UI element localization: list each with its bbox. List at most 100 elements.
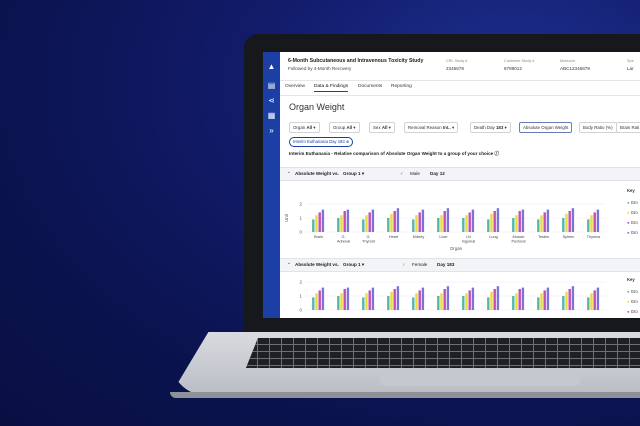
collapse-icon[interactable]: ⌃ <box>287 171 291 177</box>
bar <box>471 209 475 232</box>
filter-removal-reason[interactable]: Removal Reason Int.. ▾ <box>404 122 459 133</box>
filter-label: Organ <box>293 125 306 130</box>
bar <box>568 211 571 232</box>
filter-sex[interactable]: Sex All ▾ <box>369 122 395 133</box>
bar <box>362 219 365 232</box>
bar <box>365 293 368 310</box>
bar <box>387 218 390 232</box>
group-select[interactable]: Group 1 ▾ <box>343 171 364 177</box>
filter-organ[interactable]: Organ All ▾ <box>289 122 320 133</box>
filter-label: Sex <box>373 125 381 130</box>
bar <box>346 287 350 310</box>
filter-label: Group <box>333 125 346 130</box>
tab-overview[interactable]: Overview <box>285 84 305 89</box>
bar <box>440 215 443 232</box>
filter-group[interactable]: Group All ▾ <box>329 122 360 133</box>
filter-value: All <box>346 125 353 130</box>
female-icon: ♀ <box>402 262 406 267</box>
toggle-body-ratio[interactable]: Body Ratio (%) <box>579 122 617 133</box>
laptop-base-edge <box>170 392 640 398</box>
bar <box>471 287 475 310</box>
bar <box>346 209 350 232</box>
bar <box>468 212 471 232</box>
x-tick-label: Heart <box>389 235 399 239</box>
bar <box>518 289 521 310</box>
meta-label: Molecule <box>560 59 576 63</box>
key-item: ● Gro <box>627 200 638 205</box>
sidebar: ▲ ▤ ⋖ ▦ » <box>263 52 280 318</box>
laptop-trackpad <box>380 372 580 386</box>
legend-dot-icon: ● <box>627 289 630 294</box>
share-icon[interactable]: ⋖ <box>267 96 276 105</box>
bar <box>593 290 596 310</box>
bar <box>537 297 540 310</box>
bar-chart-2: 2 1 0 <box>300 280 606 313</box>
key-label: Gro <box>630 230 638 235</box>
panel-toolbar-2: ⌃ Absolute Weight vs. Group 1 ▾ ♀ Female… <box>280 258 640 272</box>
bar <box>562 296 565 310</box>
bar <box>540 293 543 310</box>
close-icon[interactable]: ⊗ <box>346 139 350 144</box>
bar <box>315 293 318 310</box>
bar <box>446 208 450 232</box>
bar <box>521 209 525 232</box>
bar <box>596 209 600 232</box>
day-label: Day 183 <box>437 262 455 267</box>
y-tick-label: 2 <box>300 202 303 207</box>
bar <box>543 290 546 310</box>
group-select-value: Group 1 <box>343 171 361 176</box>
meta-label: CRL Study # <box>446 59 468 63</box>
bar <box>437 218 440 232</box>
bar <box>390 213 393 232</box>
bar <box>565 213 568 232</box>
y-tick-label: 1 <box>300 216 303 221</box>
bar <box>468 290 471 310</box>
report-icon[interactable]: ▦ <box>267 111 276 120</box>
filter-death-day[interactable]: Death Day 183 ▾ <box>470 122 511 133</box>
bar <box>587 219 590 232</box>
key-title: Key <box>627 277 635 282</box>
bar <box>396 286 400 310</box>
info-icon[interactable]: ⓘ <box>494 151 499 156</box>
bar <box>418 290 421 310</box>
x-tick-label: Testes <box>538 235 549 239</box>
document-icon[interactable]: ▤ <box>267 81 276 90</box>
x-tick-label: LN <box>466 235 471 239</box>
bar <box>440 293 443 310</box>
bar <box>437 296 440 310</box>
bar <box>368 290 371 310</box>
bar <box>462 296 465 310</box>
collapse-icon[interactable]: ⌃ <box>287 262 291 268</box>
study-title: 6-Month Subcutaneous and Intravenous Tox… <box>288 58 424 64</box>
tab-data-findings[interactable]: Data & Findings <box>314 84 349 92</box>
group-select[interactable]: Group 1 ▾ <box>343 262 364 268</box>
sex-label: Male <box>410 171 420 176</box>
key-label: Gro <box>630 200 638 205</box>
expand-icon[interactable]: » <box>267 126 276 135</box>
bar <box>496 286 500 310</box>
legend-dot-icon: ● <box>627 309 630 314</box>
toggle-absolute-organ-weight[interactable]: Absolute Organ Weight <box>519 122 573 133</box>
bar <box>343 289 346 310</box>
y-axis-label: Unit <box>284 213 289 222</box>
bar <box>387 296 390 310</box>
bar <box>596 287 600 310</box>
bar <box>393 289 396 310</box>
compare-label: Absolute Weight vs. <box>295 262 339 267</box>
x-tick-label: Pectoral <box>512 240 526 244</box>
bar <box>587 297 590 310</box>
toggle-brain-ratio[interactable]: Brain Rati <box>616 122 640 133</box>
filter-chip[interactable]: Interim Euthanasia Day 183 ⊗ <box>289 137 354 147</box>
bar <box>590 215 593 232</box>
meta-value: 2345678 <box>446 66 464 71</box>
tab-documents[interactable]: Documents <box>358 84 382 89</box>
bar <box>537 219 540 232</box>
key-label: Gro <box>630 299 638 304</box>
key-title: Key <box>627 188 635 193</box>
chip-label: Interim Euthanasia Day 183 <box>293 139 345 144</box>
bar <box>396 208 400 232</box>
tab-reporting[interactable]: Reporting <box>391 84 412 89</box>
filter-label: Removal Reason <box>408 125 442 130</box>
bar <box>443 211 446 232</box>
bar <box>565 291 568 310</box>
